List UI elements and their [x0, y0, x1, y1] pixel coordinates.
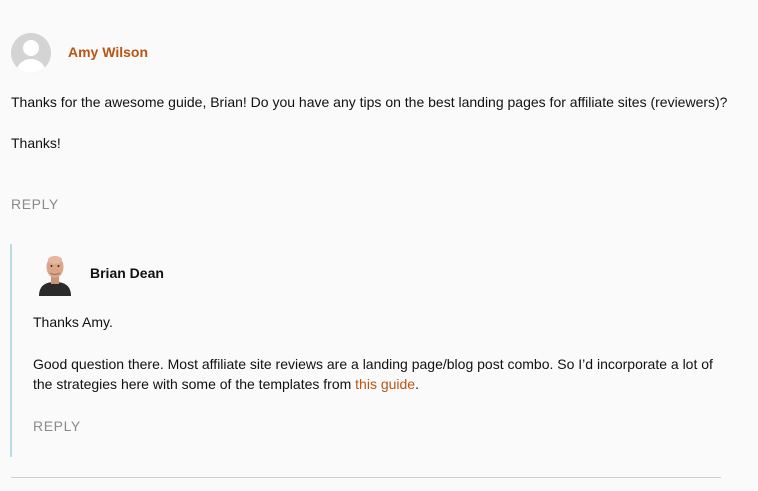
comment-paragraph: Thanks!	[11, 134, 61, 151]
reply-paragraph: Thanks Amy.	[33, 314, 113, 330]
nested-reply: Brian Dean Thanks Amy. Good question the…	[10, 244, 740, 457]
comment-divider	[11, 477, 721, 478]
reply-button[interactable]: REPLY	[33, 418, 81, 434]
reply-text-end: .	[415, 376, 419, 392]
comment-paragraph: Thanks for the awesome guide, Brian! Do …	[11, 94, 728, 110]
default-avatar-icon	[11, 33, 51, 73]
comment-body: Thanks for the awesome guide, Brian! Do …	[11, 92, 731, 173]
reply-author-name: Brian Dean	[90, 265, 164, 281]
reply-body: Thanks Amy. Good question there. Most af…	[33, 312, 733, 416]
author-photo	[35, 252, 75, 296]
reply-paragraph: Good question there. Most affiliate site…	[33, 354, 733, 395]
reply-button[interactable]: REPLY	[11, 196, 59, 212]
comment-author-link[interactable]: Amy Wilson	[68, 44, 148, 60]
guide-link[interactable]: this guide	[355, 376, 415, 392]
